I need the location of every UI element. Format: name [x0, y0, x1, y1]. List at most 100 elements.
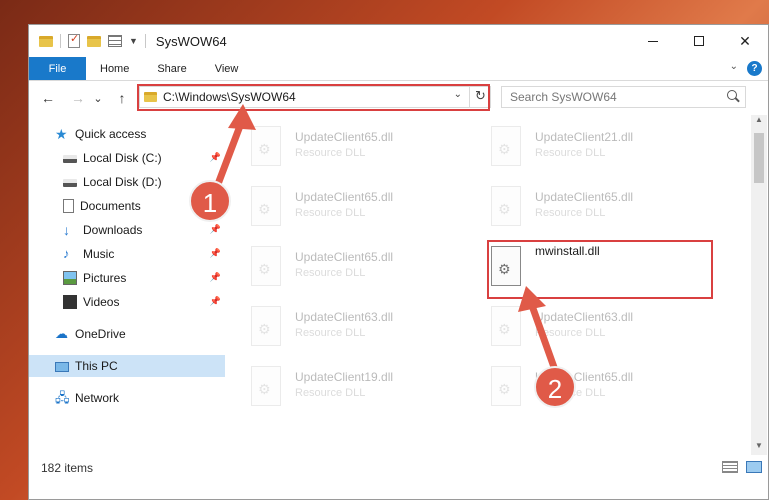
sidebar-item-local-disk-c[interactable]: Local Disk (C:) 📌	[29, 147, 225, 169]
music-icon: ♪	[63, 246, 70, 261]
pictures-icon	[63, 271, 77, 285]
list-item[interactable]: UpdateClient65.dll Resource DLL	[251, 120, 471, 172]
minimize-button[interactable]	[630, 25, 676, 57]
search-icon[interactable]	[727, 90, 737, 100]
sidebar-item-network[interactable]: 🖧 Network	[29, 387, 225, 409]
vertical-scrollbar[interactable]: ▲ ▼	[751, 115, 767, 455]
file-name: UpdateClient65.dll	[295, 130, 394, 144]
dll-file-icon	[251, 126, 281, 166]
onedrive-icon: ☁	[55, 326, 68, 341]
sidebar-item-videos[interactable]: Videos 📌	[29, 291, 225, 313]
file-description: Resource DLL	[295, 147, 366, 159]
file-name: UpdateClient65.dll	[295, 250, 394, 264]
sidebar-item-this-pc[interactable]: This PC	[29, 355, 225, 377]
help-icon[interactable]: ?	[747, 61, 762, 76]
file-name: UpdateClient65.dll	[535, 190, 634, 204]
item-count: 182 items	[41, 461, 94, 475]
sidebar-item-label: Local Disk (C:)	[83, 151, 162, 165]
properties-icon[interactable]	[68, 32, 80, 48]
status-bar: 182 items	[29, 457, 768, 479]
sidebar-item-quick-access[interactable]: ★ Quick access	[29, 123, 225, 145]
dll-file-icon	[251, 246, 281, 286]
tab-file[interactable]: File	[29, 57, 86, 80]
scroll-down-icon[interactable]: ▼	[751, 441, 767, 455]
dll-file-icon	[251, 366, 281, 406]
sidebar-item-label: Network	[75, 391, 120, 405]
maximize-icon	[694, 36, 704, 46]
videos-icon	[63, 295, 77, 309]
pin-icon: 📌	[209, 296, 221, 306]
list-item[interactable]: UpdateClient65.dll Resource DLL	[251, 240, 471, 292]
list-item[interactable]: UpdateClient21.dll Resource DLL	[491, 120, 711, 172]
window-title: SysWOW64	[155, 33, 227, 49]
sidebar-item-label: Quick access	[75, 127, 147, 141]
file-highlight-box	[487, 240, 713, 299]
file-description: Resource DLL	[295, 327, 366, 339]
network-icon: 🖧	[55, 390, 70, 405]
large-icons-view-icon[interactable]	[746, 461, 762, 473]
customize-toolbar-chevron-icon[interactable]: ▼	[129, 36, 138, 46]
view-options-icon[interactable]	[108, 35, 122, 47]
list-item[interactable]: UpdateClient65.dllResource DLL	[491, 180, 711, 232]
sidebar-item-label: Documents	[80, 199, 141, 213]
this-pc-icon	[55, 361, 69, 372]
tab-view[interactable]: View	[201, 57, 253, 80]
dll-file-icon	[491, 366, 521, 406]
sidebar-item-onedrive[interactable]: ☁ OneDrive	[29, 323, 225, 345]
disk-icon	[63, 155, 77, 163]
tab-share[interactable]: Share	[143, 57, 200, 80]
tab-home[interactable]: Home	[86, 57, 143, 80]
details-view-icon[interactable]	[722, 461, 738, 473]
file-name: UpdateClient65.dll	[295, 190, 394, 204]
sidebar-item-label: This PC	[75, 359, 118, 373]
recent-locations-button[interactable]: ⌄	[89, 92, 107, 105]
documents-icon	[63, 199, 74, 213]
sidebar-item-label: Downloads	[83, 223, 143, 237]
view-switcher	[722, 461, 762, 473]
list-item[interactable]: UpdateClient63.dll Resource DLL	[251, 300, 471, 352]
dll-file-icon	[491, 126, 521, 166]
divider	[60, 34, 61, 48]
list-item[interactable]: UpdateClient65.dll Resource DLL	[251, 180, 471, 232]
sidebar-item-music[interactable]: ♪ Music 📌	[29, 243, 225, 265]
sidebar-item-downloads[interactable]: ↓ Downloads 📌	[29, 219, 225, 241]
new-folder-icon[interactable]	[87, 35, 101, 47]
file-description: Resource DLL	[295, 207, 366, 219]
search-input[interactable]: Search SysWOW64	[510, 90, 617, 104]
dll-file-icon	[491, 306, 521, 346]
back-button[interactable]: ←	[39, 90, 57, 106]
pin-icon: 📌	[209, 272, 221, 282]
minimize-icon	[648, 40, 658, 42]
file-name: UpdateClient21.dll	[535, 130, 634, 144]
dll-file-icon	[491, 186, 521, 226]
pin-icon: 📌	[209, 224, 221, 234]
up-button[interactable]: ↑	[113, 90, 131, 106]
sidebar-item-label: Music	[83, 247, 115, 261]
step-2-badge: 2	[534, 366, 576, 408]
file-name: UpdateClient19.dll	[295, 370, 394, 384]
pin-icon: 📌	[209, 152, 221, 162]
maximize-button[interactable]	[676, 25, 722, 57]
search-box[interactable]: Search SysWOW64	[501, 86, 746, 108]
window-controls: ✕	[630, 25, 768, 57]
scrollbar-thumb[interactable]	[754, 133, 764, 183]
close-button[interactable]: ✕	[722, 25, 768, 57]
sidebar-item-pictures[interactable]: Pictures 📌	[29, 267, 225, 289]
address-highlight-box	[137, 84, 490, 111]
sidebar-item-label: OneDrive	[75, 327, 126, 341]
file-description: Resource DLL	[295, 387, 366, 399]
scroll-up-icon[interactable]: ▲	[751, 115, 767, 129]
sidebar-item-label: Videos	[83, 295, 120, 309]
step-1-badge: 1	[189, 180, 231, 222]
file-description: Resource DLL	[535, 147, 606, 159]
ribbon-tabs: File Home Share View ⌄ ?	[29, 57, 768, 81]
navigation-pane: ★ Quick access Local Disk (C:) 📌 Local D…	[29, 121, 225, 451]
forward-button[interactable]: →	[69, 90, 87, 106]
title-bar: ▼ SysWOW64 ✕	[29, 25, 768, 57]
expand-ribbon-chevron-icon[interactable]: ⌄	[730, 61, 738, 72]
list-item[interactable]: UpdateClient63.dll Resource DLL	[491, 300, 711, 352]
list-item[interactable]: UpdateClient19.dll Resource DLL	[251, 360, 471, 412]
quick-access-toolbar: ▼	[39, 32, 146, 48]
file-description: Resource DLL	[295, 267, 366, 279]
list-item[interactable]: UpdateClient65.dllResource DLL	[491, 360, 711, 412]
